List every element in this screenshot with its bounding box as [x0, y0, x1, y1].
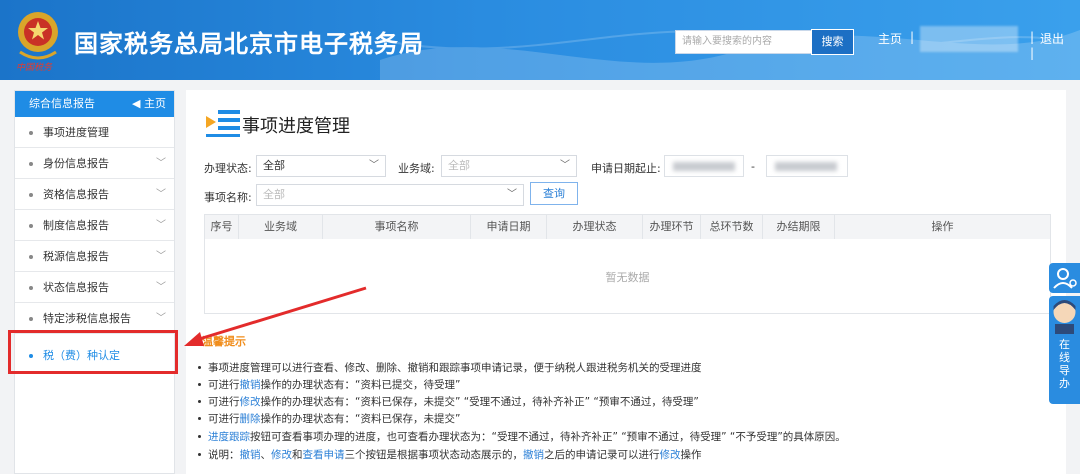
date-separator: -	[751, 160, 755, 173]
progress-table: 序号 业务域 事项名称 申请日期 办理状态 办理环节 总环节数 办结期限 操作 …	[204, 214, 1051, 314]
column-header: 事项名称	[323, 215, 471, 239]
header-separator: |	[1030, 30, 1035, 44]
end-date-input[interactable]	[766, 155, 848, 177]
column-header: 申请日期	[471, 215, 547, 239]
status-filter-label: 办理状态:	[204, 162, 252, 175]
bullet-icon	[29, 162, 33, 166]
column-header: 办理状态	[547, 215, 643, 239]
chevron-down-icon: ﹀	[156, 189, 166, 200]
assistant-avatar-icon	[1053, 300, 1076, 334]
progress-track-link[interactable]: 进度跟踪	[208, 431, 250, 443]
sidebar-header-label: 综合信息报告	[29, 97, 95, 110]
view-application-link[interactable]: 查看申请	[303, 449, 345, 461]
user-gear-icon	[1053, 268, 1077, 289]
tip-line: 可进行撤销操作的办理状态有：“资料已提交，待受理”	[197, 379, 461, 391]
chevron-down-icon: ﹀	[369, 160, 379, 171]
cancel-link[interactable]: 撤销	[240, 379, 261, 391]
emblem-caption: 中国税务	[16, 63, 53, 73]
query-button[interactable]: 查询	[530, 182, 578, 205]
chevron-down-icon: ﹀	[156, 220, 166, 231]
header-separator: |	[910, 30, 915, 44]
sidebar: 综合信息报告 ◀ 主页 事项进度管理 身份信息报告 ﹀ 资格信息报告 ﹀ 制度信息报…	[14, 90, 175, 474]
edit-link[interactable]: 修改	[660, 449, 681, 461]
column-header: 序号	[205, 215, 239, 239]
domain-filter-label: 业务域:	[398, 162, 435, 175]
chevron-down-icon: ﹀	[507, 189, 517, 200]
site-title: 国家税务总局北京市电子税务局	[74, 30, 424, 58]
online-guide-label[interactable]: 在线导办	[1049, 338, 1080, 390]
sidebar-header: 综合信息报告 ◀ 主页	[15, 91, 174, 117]
chevron-down-icon: ﹀	[156, 251, 166, 262]
progress-list-icon	[206, 110, 240, 137]
chevron-down-icon: ﹀	[560, 160, 570, 171]
edit-link[interactable]: 修改	[271, 449, 292, 461]
sidebar-item-qualification[interactable]: 资格信息报告 ﹀	[15, 179, 174, 210]
empty-state: 暂无数据	[605, 271, 650, 284]
column-header: 总环节数	[701, 215, 763, 239]
home-link[interactable]: 主页	[878, 30, 902, 47]
tax-emblem-icon	[18, 12, 58, 60]
tip-line: 可进行删除操作的办理状态有：“资料已保存，未提交”	[197, 413, 461, 425]
start-date-input[interactable]	[664, 155, 744, 177]
tip-line: 说明：撤销、修改和查看申请三个按钮是根据事项状态动态展示的，撤销之后的申请记录可…	[198, 449, 702, 461]
logout-link[interactable]: 退出	[1040, 30, 1064, 47]
chevron-down-icon: ﹀	[156, 158, 166, 169]
tips-title: 温馨提示	[202, 335, 246, 348]
edit-link[interactable]: 修改	[240, 396, 261, 408]
bullet-icon	[29, 317, 33, 321]
search-button[interactable]: 搜索	[811, 29, 854, 55]
bullet-icon	[29, 255, 33, 259]
cancel-link[interactable]: 撤销	[240, 449, 261, 461]
sidebar-item-status[interactable]: 状态信息报告 ﹀	[15, 272, 174, 303]
tip-line: 进度跟踪按钮可查看事项办理的进度，也可查看办理状态为：“受理不通过，待补齐补正”…	[198, 431, 846, 443]
delete-link[interactable]: 删除	[240, 413, 261, 425]
column-header: 操作	[931, 220, 954, 233]
item-name-label: 事项名称:	[204, 191, 252, 204]
table-header: 序号 业务域 事项名称 申请日期 办理状态 办理环节 总环节数 办结期限 操作	[205, 215, 1050, 239]
search-input[interactable]: 请输入要搜索的内容	[675, 30, 812, 54]
cancel-link[interactable]: 撤销	[523, 449, 544, 461]
sidebar-item-system[interactable]: 制度信息报告 ﹀	[15, 210, 174, 241]
header-separator: |	[1030, 46, 1035, 60]
item-name-select[interactable]: 全部 ﹀	[256, 184, 524, 206]
sidebar-item-tax-source[interactable]: 税源信息报告 ﹀	[15, 241, 174, 272]
status-select[interactable]: 全部 ﹀	[256, 155, 386, 177]
column-header: 办理环节	[643, 215, 701, 239]
sidebar-home-link[interactable]: ◀ 主页	[132, 91, 166, 117]
annotation-highlight-box	[8, 330, 178, 374]
main-panel: 事项进度管理 办理状态: 全部 ﹀ 业务域: 全部 ﹀ 申请日期起止: - 事项名称…	[186, 90, 1066, 474]
sidebar-item-progress[interactable]: 事项进度管理	[15, 117, 174, 148]
page-title: 事项进度管理	[242, 116, 350, 137]
column-header: 办结期限	[763, 215, 835, 239]
tip-line: 事项进度管理可以进行查看、修改、删除、撤销和跟踪事项申请记录，便于纳税人跟进税务…	[198, 362, 702, 374]
date-range-label: 申请日期起止:	[591, 162, 661, 175]
bullet-icon	[29, 286, 33, 290]
domain-select[interactable]: 全部 ﹀	[441, 155, 577, 177]
bullet-icon	[29, 131, 33, 135]
tip-line: 可进行修改操作的办理状态有：“资料已保存，未提交” “受理不通过，待补齐补正” …	[198, 396, 699, 408]
bullet-icon	[29, 193, 33, 197]
sidebar-item-identity[interactable]: 身份信息报告 ﹀	[15, 148, 174, 179]
user-name-redacted	[920, 26, 1018, 52]
bullet-icon	[29, 224, 33, 228]
user-service-float-button[interactable]	[1049, 263, 1080, 293]
chevron-down-icon: ﹀	[156, 282, 166, 293]
top-header: 中国税务 国家税务总局北京市电子税务局 请输入要搜索的内容 搜索 主页 | | …	[0, 0, 1080, 80]
column-header: 业务域	[239, 215, 323, 239]
back-arrow-icon: ◀	[132, 97, 144, 110]
